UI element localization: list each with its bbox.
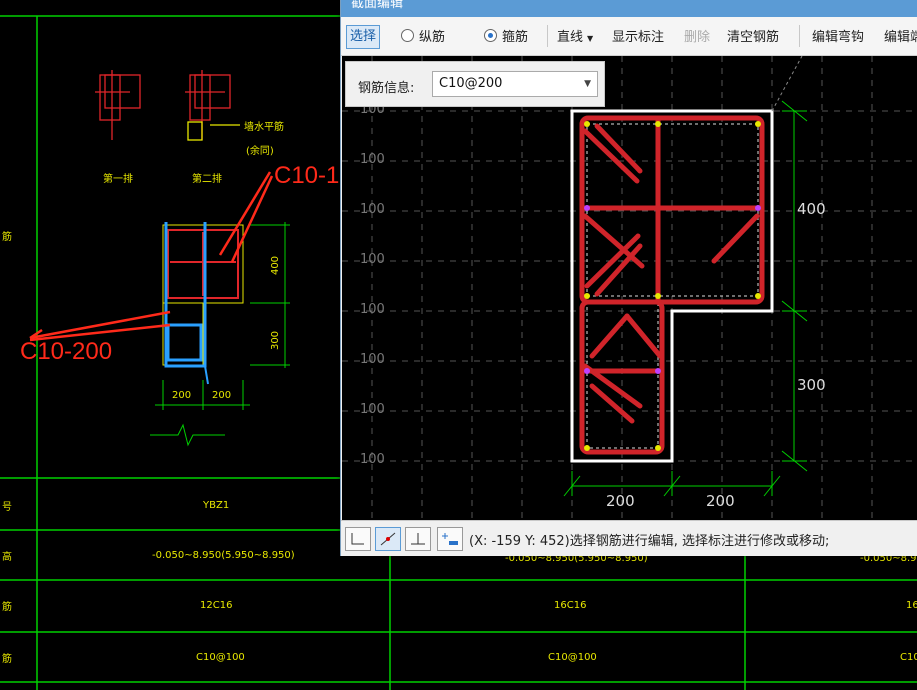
table-name-cell: YBZ1	[203, 500, 230, 511]
rebar-info-panel: 钢筋信息: C10@200 ▼	[345, 61, 605, 107]
grid-label: 100	[360, 452, 385, 467]
radio-icon	[401, 29, 414, 42]
grid-label: 100	[360, 302, 385, 317]
line-dropdown[interactable]: 直线 ▼	[557, 26, 593, 45]
add-dimension-icon[interactable]	[437, 527, 463, 551]
row-label-3: 高	[2, 552, 12, 563]
status-text: (X: -159 Y: 452)选择钢筋进行编辑, 选择标注进行修改或移动;	[469, 534, 830, 549]
line-dropdown-label: 直线	[557, 30, 584, 45]
annotation-c10-200: C10-200	[20, 338, 113, 365]
dim-400-bg: 400	[270, 255, 282, 276]
rebar-info-label: 钢筋信息:	[358, 81, 415, 96]
rebar-info-select[interactable]: C10@200 ▼	[432, 71, 598, 97]
snap-line-icon[interactable]	[375, 527, 401, 551]
note-same: (余同)	[246, 146, 274, 157]
show-annotation-button[interactable]: 显示标注	[612, 26, 664, 45]
edit-more-button[interactable]: 编辑端	[884, 26, 917, 45]
radio-stirrup-label: 箍筋	[502, 30, 529, 45]
edit-hook-button[interactable]: 编辑弯钩	[812, 26, 864, 45]
grid-label: 100	[360, 402, 385, 417]
row-label-5: 筋	[2, 654, 12, 665]
grid-label: 100	[360, 252, 385, 267]
status-bar: (X: -159 Y: 452)选择钢筋进行编辑, 选择标注进行修改或移动;	[341, 520, 917, 556]
table-hoop-cell-3: C10	[900, 652, 917, 663]
note-horizontal-bar: 墙水平筋	[244, 122, 284, 133]
dimension-300[interactable]: 300	[797, 376, 826, 394]
row-label-4: 筋	[2, 602, 12, 613]
radio-stirrup[interactable]: 箍筋	[484, 26, 528, 45]
toolbar: 选择 纵筋 箍筋 直线 ▼ 显示标注 删除 清空钢筋 编辑弯钩 编辑端	[341, 17, 917, 56]
wall-section	[162, 222, 244, 385]
radio-checked-icon	[484, 29, 497, 42]
delete-button[interactable]: 删除	[684, 26, 710, 45]
dim-200b-bg: 200	[212, 390, 232, 401]
dialog-title: 截面编辑	[341, 0, 917, 17]
chevron-down-icon: ▼	[584, 79, 591, 89]
section-sketch-2	[185, 70, 240, 141]
clear-bars-button[interactable]: 清空钢筋	[727, 26, 779, 45]
section-sketch-1	[95, 70, 141, 140]
row-label-2: 号	[2, 502, 12, 513]
table-bar-cell-1: 12C16	[200, 600, 233, 611]
canvas-drawing	[342, 56, 917, 520]
dim-300-bg: 300	[270, 330, 282, 351]
chevron-down-icon: ▼	[587, 34, 594, 43]
rebar-info-value: C10@200	[439, 76, 503, 91]
grid-label: 100	[360, 152, 385, 167]
dimension-200-left[interactable]: 200	[606, 492, 635, 510]
dimension-400[interactable]: 400	[797, 200, 826, 218]
grid-label: 100	[360, 202, 385, 217]
dim-200a-bg: 200	[172, 390, 192, 401]
perpendicular-icon[interactable]	[405, 527, 431, 551]
table-hoop-cell-2: C10@100	[548, 652, 597, 663]
ortho-icon[interactable]	[345, 527, 371, 551]
radio-longitudinal-label: 纵筋	[419, 30, 446, 45]
select-button[interactable]: 选择	[346, 25, 380, 49]
drawing-canvas[interactable]: 100 100 100 100 100 100 100 100 400 300 …	[342, 56, 917, 520]
section-label-2: 第二排	[192, 174, 222, 185]
table-bar-cell-2: 16C16	[554, 600, 587, 611]
row-label-1: 筋	[2, 232, 12, 243]
toolbar-separator	[799, 25, 800, 47]
section-label-1: 第一排	[103, 174, 133, 185]
table-bar-cell-3: 16	[906, 600, 917, 611]
radio-longitudinal[interactable]: 纵筋	[401, 26, 445, 45]
table-hoop-cell-1: C10@100	[196, 652, 245, 663]
toolbar-separator	[547, 25, 548, 47]
dimension-200-right[interactable]: 200	[706, 492, 735, 510]
annotation-arrows	[29, 171, 274, 342]
grid-label: 100	[360, 352, 385, 367]
table-elev-cell-1: -0.050~8.950(5.950~8.950)	[152, 550, 295, 561]
section-edit-dialog: 截面编辑 选择 纵筋 箍筋 直线▼ 显示标注 删除 清空钢筋 编辑弯钩 编辑端	[340, 0, 917, 556]
